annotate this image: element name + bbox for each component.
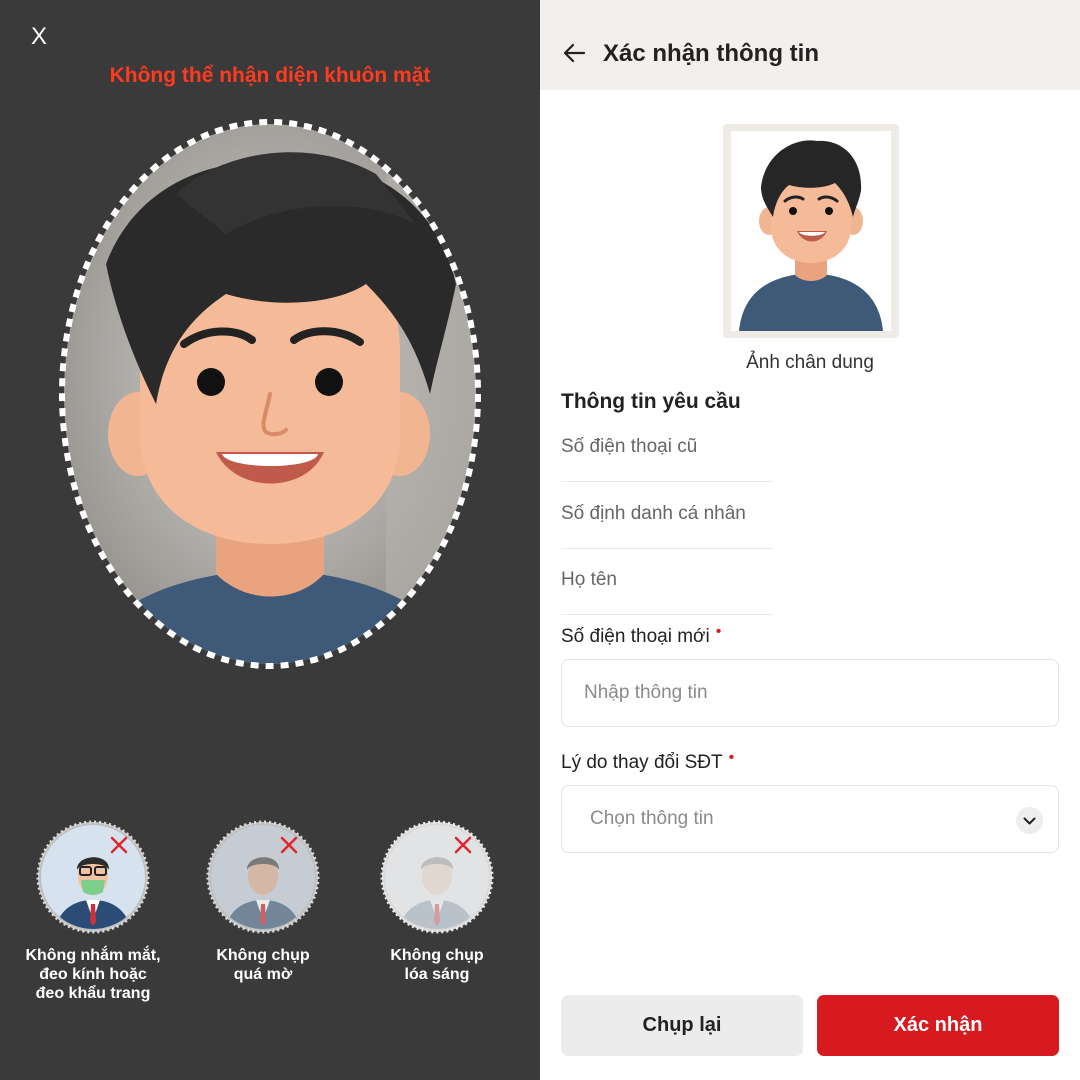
arrow-left-icon[interactable] bbox=[562, 40, 588, 66]
confirm-info-panel: Xác nhận thông tin Ảnh chân dung Thông t… bbox=[540, 0, 1080, 1080]
close-button[interactable]: X bbox=[24, 20, 54, 54]
blurry-person-icon bbox=[206, 820, 320, 934]
new-phone-label: Số điện thoại mới • bbox=[561, 623, 722, 647]
required-mark: • bbox=[728, 749, 735, 766]
info-row-full-name: Họ tên bbox=[561, 548, 773, 615]
reason-select-placeholder: Chọn thông tin bbox=[590, 808, 714, 829]
section-title: Thông tin yêu cầu bbox=[561, 390, 741, 413]
confirm-button[interactable]: Xác nhận bbox=[817, 995, 1059, 1056]
face-frame bbox=[59, 119, 481, 669]
chevron-down-icon bbox=[1016, 807, 1043, 834]
portrait-image bbox=[731, 131, 891, 331]
glare-person-icon bbox=[380, 820, 494, 934]
error-message: Không thể nhận diện khuôn mặt bbox=[109, 64, 431, 87]
masked-person-icon bbox=[36, 820, 150, 934]
tip-label-2: Không chụp quá mờ bbox=[216, 947, 310, 983]
tip-label-3: Không chụp lóa sáng bbox=[390, 947, 484, 983]
face-capture-panel: X Không thể nhận diện khuôn mặt Không nh… bbox=[0, 0, 540, 1080]
retake-button[interactable]: Chụp lại bbox=[561, 995, 803, 1056]
portrait-photo bbox=[723, 124, 899, 338]
tip-no-eyes-closed-glasses-mask: Không nhắm mắt, đeo kính hoặc đeo khẩu t… bbox=[18, 820, 168, 1003]
info-row-personal-id: Số định danh cá nhân bbox=[561, 482, 773, 549]
tip-no-glare: Không chụp lóa sáng bbox=[362, 820, 512, 984]
page-title: Xác nhận thông tin bbox=[603, 40, 819, 67]
reason-label: Lý do thay đổi SĐT • bbox=[561, 749, 735, 773]
info-row-old-phone: Số điện thoại cũ bbox=[561, 415, 773, 482]
required-mark: • bbox=[715, 623, 722, 640]
tip-no-blurry: Không chụp quá mờ bbox=[188, 820, 338, 984]
header: Xác nhận thông tin bbox=[540, 0, 1080, 90]
new-phone-input[interactable] bbox=[561, 659, 1059, 727]
tip-label-1: Không nhắm mắt, đeo kính hoặc đeo khẩu t… bbox=[25, 947, 161, 1002]
reason-select[interactable]: Chọn thông tin bbox=[561, 785, 1059, 853]
portrait-caption: Ảnh chân dung bbox=[746, 352, 874, 373]
